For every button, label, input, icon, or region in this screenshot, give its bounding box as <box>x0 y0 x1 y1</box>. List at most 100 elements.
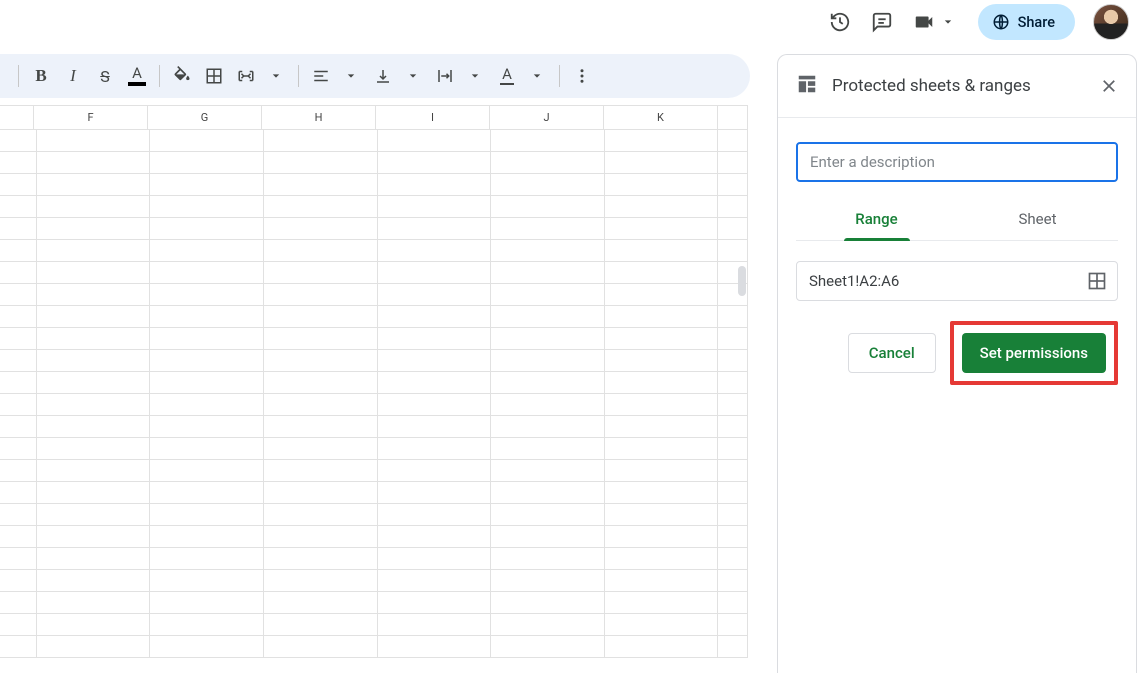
cell[interactable] <box>264 306 378 328</box>
cell[interactable] <box>378 328 492 350</box>
cell[interactable] <box>264 284 378 306</box>
tab-range[interactable]: Range <box>796 200 957 240</box>
row-header[interactable] <box>0 284 37 306</box>
cell[interactable] <box>718 218 748 240</box>
cell[interactable] <box>378 306 492 328</box>
set-permissions-button[interactable]: Set permissions <box>962 333 1106 373</box>
cell[interactable] <box>605 372 719 394</box>
column-header[interactable] <box>718 106 748 129</box>
halign-dropdown-icon[interactable] <box>337 62 365 90</box>
meet-dropdown-icon[interactable] <box>936 10 960 34</box>
cell[interactable] <box>37 504 151 526</box>
cell[interactable] <box>718 570 748 592</box>
cell[interactable] <box>37 306 151 328</box>
cell[interactable] <box>491 350 605 372</box>
row-header[interactable] <box>0 460 37 482</box>
cell[interactable] <box>37 262 151 284</box>
cell[interactable] <box>605 152 719 174</box>
cell[interactable] <box>37 174 151 196</box>
cell[interactable] <box>37 416 151 438</box>
cell[interactable] <box>37 614 151 636</box>
cell[interactable] <box>37 372 151 394</box>
cell[interactable] <box>264 548 378 570</box>
cell[interactable] <box>718 372 748 394</box>
cell[interactable] <box>37 284 151 306</box>
cell[interactable] <box>491 218 605 240</box>
cell[interactable] <box>605 196 719 218</box>
cell[interactable] <box>605 350 719 372</box>
cell[interactable] <box>605 130 719 152</box>
cell[interactable] <box>491 174 605 196</box>
cell[interactable] <box>605 570 719 592</box>
merge-cells-button[interactable] <box>232 62 260 90</box>
cell[interactable] <box>605 240 719 262</box>
cell[interactable] <box>378 526 492 548</box>
cell[interactable] <box>150 636 264 658</box>
cell[interactable] <box>378 570 492 592</box>
range-input[interactable] <box>809 272 1087 290</box>
cell[interactable] <box>605 482 719 504</box>
cell[interactable] <box>378 284 492 306</box>
cell[interactable] <box>37 570 151 592</box>
cell[interactable] <box>264 592 378 614</box>
cell[interactable] <box>605 218 719 240</box>
strikethrough-button[interactable]: S <box>91 62 119 90</box>
row-header[interactable] <box>0 306 37 328</box>
cell[interactable] <box>718 240 748 262</box>
cell[interactable] <box>378 350 492 372</box>
cell[interactable] <box>150 218 264 240</box>
cell[interactable] <box>378 592 492 614</box>
cell[interactable] <box>37 438 151 460</box>
rotation-dropdown-icon[interactable] <box>523 62 551 90</box>
cell[interactable] <box>264 328 378 350</box>
cell[interactable] <box>605 636 719 658</box>
cell[interactable] <box>718 482 748 504</box>
cell[interactable] <box>491 262 605 284</box>
cell[interactable] <box>718 636 748 658</box>
cell[interactable] <box>605 416 719 438</box>
cell[interactable] <box>378 174 492 196</box>
column-header[interactable]: F <box>34 106 148 129</box>
cell[interactable] <box>264 504 378 526</box>
cell[interactable] <box>37 350 151 372</box>
cell[interactable] <box>150 416 264 438</box>
cell[interactable] <box>150 152 264 174</box>
cell[interactable] <box>264 636 378 658</box>
wrap-dropdown-icon[interactable] <box>461 62 489 90</box>
column-header[interactable]: G <box>148 106 262 129</box>
cell[interactable] <box>150 262 264 284</box>
close-panel-button[interactable] <box>1098 75 1120 97</box>
cell[interactable] <box>718 306 748 328</box>
cell[interactable] <box>605 592 719 614</box>
row-header[interactable] <box>0 394 37 416</box>
cell[interactable] <box>378 504 492 526</box>
row-header[interactable] <box>0 218 37 240</box>
cell[interactable] <box>491 372 605 394</box>
cell[interactable] <box>378 460 492 482</box>
cell[interactable] <box>150 592 264 614</box>
cell[interactable] <box>491 438 605 460</box>
row-header[interactable] <box>0 548 37 570</box>
vertical-scrollbar-thumb[interactable] <box>738 266 746 296</box>
cell[interactable] <box>718 416 748 438</box>
cell[interactable] <box>37 196 151 218</box>
cell[interactable] <box>37 152 151 174</box>
row-header[interactable] <box>0 482 37 504</box>
cell[interactable] <box>37 548 151 570</box>
row-header[interactable] <box>0 570 37 592</box>
cell[interactable] <box>378 438 492 460</box>
cell[interactable] <box>378 152 492 174</box>
cell[interactable] <box>491 284 605 306</box>
cell[interactable] <box>378 614 492 636</box>
cell[interactable] <box>718 328 748 350</box>
share-button[interactable]: Share <box>978 4 1075 40</box>
cell[interactable] <box>150 350 264 372</box>
vertical-align-button[interactable] <box>369 62 397 90</box>
cell[interactable] <box>605 614 719 636</box>
row-header[interactable] <box>0 240 37 262</box>
cell[interactable] <box>37 636 151 658</box>
cell[interactable] <box>491 482 605 504</box>
cell[interactable] <box>378 218 492 240</box>
cell[interactable] <box>150 460 264 482</box>
row-header[interactable] <box>0 152 37 174</box>
